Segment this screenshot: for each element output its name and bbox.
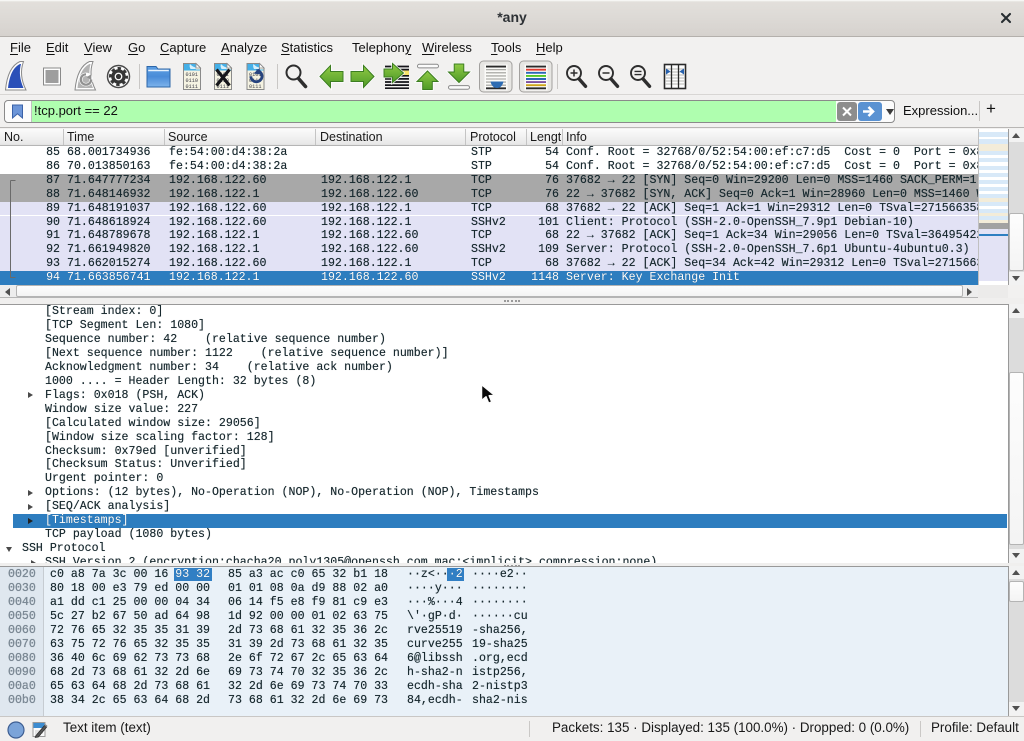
svg-text:0111: 0111	[249, 84, 261, 90]
svg-text:0111: 0111	[186, 84, 198, 90]
